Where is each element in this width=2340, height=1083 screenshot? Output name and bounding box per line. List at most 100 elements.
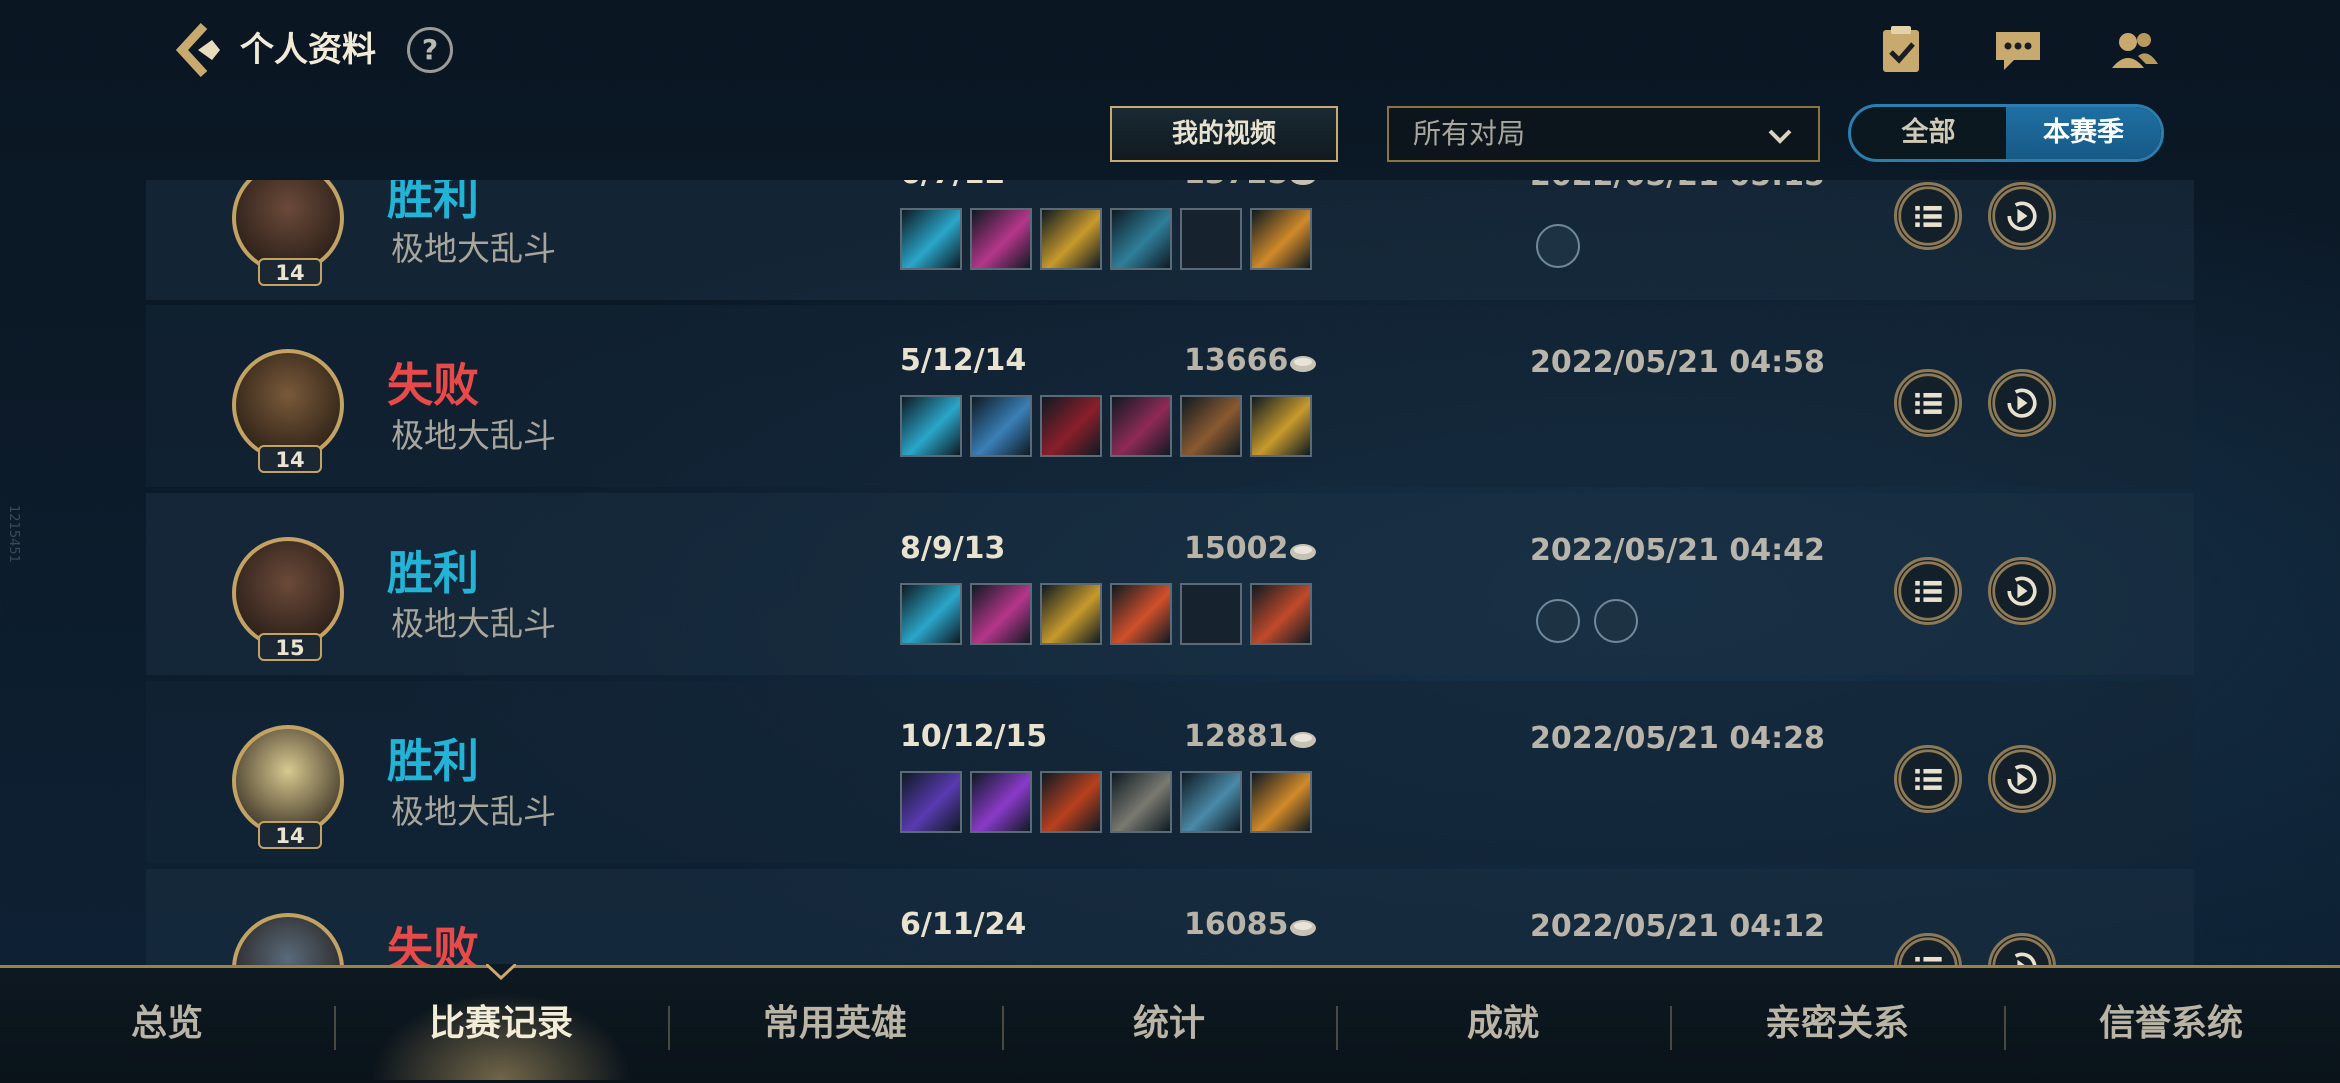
chat-icon[interactable]	[1990, 22, 2046, 78]
match-row[interactable]: 14失败极地大乱斗6/11/24160852022/05/21 04:12	[146, 869, 2194, 965]
item-icon	[970, 395, 1032, 457]
nav-tab[interactable]: 亲密关系	[1670, 968, 2004, 1080]
item-icon	[900, 395, 962, 457]
item-icon	[1110, 395, 1172, 457]
gold-value: 13725	[1184, 180, 1288, 191]
item-icon	[1250, 771, 1312, 833]
match-result: 胜利	[387, 180, 479, 225]
empty-item-slot	[1180, 208, 1242, 270]
item-icon	[1040, 771, 1102, 833]
item-icon	[1040, 208, 1102, 270]
item-icon	[900, 583, 962, 645]
match-details-button[interactable]	[1894, 933, 1962, 965]
gold-value: 12881	[1184, 719, 1289, 754]
match-details-button[interactable]	[1894, 557, 1962, 625]
item-icon	[1110, 208, 1172, 270]
nav-tab[interactable]: 信誉系统	[2004, 968, 2338, 1080]
kda-text: 10/12/15	[900, 719, 1048, 754]
achievement-badge-icon	[1536, 224, 1580, 268]
match-list[interactable]: 14胜利极地大乱斗6/7/12137252022/05/21 05:1514失败…	[146, 180, 2194, 965]
game-mode: 极地大乱斗	[391, 604, 556, 643]
match-time: 2022/05/21 04:42	[1530, 533, 1825, 568]
match-time: 2022/05/21 04:58	[1530, 345, 1825, 380]
toggle-this-season[interactable]: 本赛季	[2006, 107, 2161, 159]
item-icon	[900, 771, 962, 833]
replay-button[interactable]	[1988, 745, 2056, 813]
checklist-icon[interactable]	[1873, 22, 1929, 78]
match-details-button[interactable]	[1894, 182, 1962, 250]
match-filter-select[interactable]: 所有对局	[1387, 106, 1820, 162]
nav-tab[interactable]: 总览	[0, 968, 334, 1080]
item-icon	[1110, 583, 1172, 645]
my-videos-button[interactable]: 我的视频	[1110, 106, 1338, 162]
kda-text: 6/11/24	[900, 907, 1027, 942]
item-icon	[1250, 208, 1312, 270]
match-time: 2022/05/21 05:15	[1530, 180, 1825, 193]
match-time: 2022/05/21 04:12	[1530, 909, 1825, 944]
item-icon	[1180, 395, 1242, 457]
page-title: 个人资料	[240, 30, 376, 70]
champion-level-badge: 14	[258, 445, 322, 473]
replay-button[interactable]	[1988, 933, 2056, 965]
item-icon	[900, 208, 962, 270]
nav-tab[interactable]: 统计	[1002, 968, 1336, 1080]
gold-icon	[1290, 356, 1316, 372]
match-result: 胜利	[387, 734, 479, 788]
item-icon	[970, 208, 1032, 270]
kda-text: 6/7/12	[900, 180, 1005, 191]
friends-icon[interactable]	[2106, 22, 2162, 78]
match-row[interactable]: 15 胜利极地大乱斗 8/9/13 15002 2022/05/21 04:42	[146, 493, 2194, 675]
achievement-badge-icon	[1536, 599, 1580, 643]
item-icon	[970, 771, 1032, 833]
gold-icon	[1290, 732, 1316, 748]
champion-level-badge: 15	[258, 633, 322, 661]
nav-divider	[1336, 1006, 1338, 1050]
champion-level-badge: 14	[258, 258, 322, 286]
item-slots	[900, 395, 1312, 459]
item-slots	[900, 771, 1312, 835]
help-icon[interactable]: ?	[407, 27, 453, 73]
match-filter-value: 所有对局	[1413, 117, 1526, 150]
empty-item-slot	[1180, 583, 1242, 645]
season-toggle[interactable]: 全部 本赛季	[1848, 104, 2164, 162]
gold-value: 15002	[1184, 531, 1289, 566]
replay-button[interactable]	[1988, 557, 2056, 625]
replay-button[interactable]	[1988, 369, 2056, 437]
kda-text: 5/12/14	[900, 343, 1027, 378]
item-icon	[1110, 771, 1172, 833]
toggle-all[interactable]: 全部	[1851, 107, 2006, 159]
gold-icon	[1290, 920, 1316, 936]
item-icon	[1040, 583, 1102, 645]
nav-divider	[668, 1006, 670, 1050]
kda-text: 8/9/13	[900, 531, 1006, 566]
nav-divider	[1002, 1006, 1004, 1050]
chevron-down-icon	[1768, 129, 1792, 144]
nav-tab[interactable]: 成就	[1336, 968, 1670, 1080]
replay-button[interactable]	[1988, 182, 2056, 250]
item-icon	[1250, 395, 1312, 457]
match-result: 失败	[387, 358, 479, 412]
gold-icon	[1290, 544, 1316, 560]
nav-tab[interactable]: 比赛记录	[334, 968, 668, 1080]
champion-level-badge: 14	[258, 821, 322, 849]
achievement-badge-icon	[1594, 599, 1638, 643]
nav-tab[interactable]: 常用英雄	[668, 968, 1002, 1080]
game-mode: 极地大乱斗	[391, 229, 556, 268]
match-row[interactable]: 14 失败 极地大乱斗 5/12/14 13666 2022/05/21 04:58	[146, 305, 2194, 487]
match-row[interactable]: 14 胜利极地大乱斗 6/7/12 13725 2022/05/21 05:15	[146, 180, 2194, 300]
bottom-nav: 总览 比赛记录 常用英雄 统计 成就 亲密关系 信誉系统	[0, 964, 2340, 1083]
match-details-button[interactable]	[1894, 745, 1962, 813]
item-icon	[1250, 583, 1312, 645]
match-time: 2022/05/21 04:28	[1530, 721, 1825, 756]
side-id-text: 1215451	[6, 505, 21, 563]
item-icon	[1040, 395, 1102, 457]
item-icon	[970, 583, 1032, 645]
match-result: 胜利	[387, 546, 479, 600]
gold-icon	[1290, 180, 1316, 185]
match-row[interactable]: 14 胜利 极地大乱斗 10/12/15 12881 2022/05/21 04:28	[146, 681, 2194, 863]
gold-value: 13666	[1184, 343, 1289, 378]
nav-divider	[2004, 1006, 2006, 1050]
gold-value: 16085	[1184, 907, 1289, 942]
match-details-button[interactable]	[1894, 369, 1962, 437]
back-arrow-icon[interactable]	[168, 20, 228, 80]
